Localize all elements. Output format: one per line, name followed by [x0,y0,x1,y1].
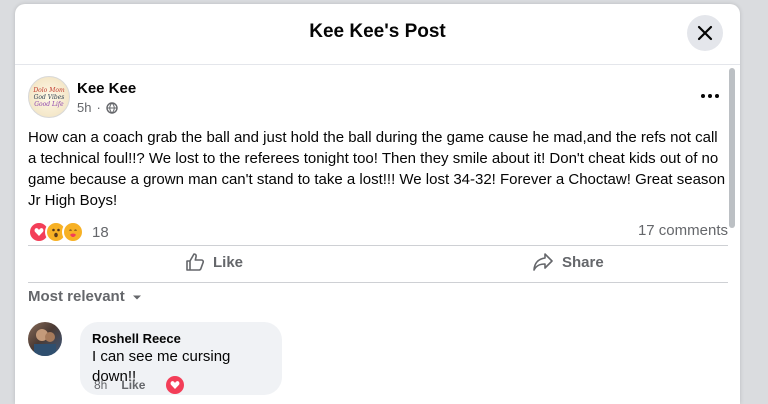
comment-like-button[interactable]: Like [121,378,145,392]
dialog-header: Kee Kee's Post [15,4,740,65]
logo-text: God Vibes [33,93,65,101]
dot [715,94,719,98]
commenter-name[interactable]: Roshell Reece [92,330,270,347]
comments-count[interactable]: 17 comments [638,222,728,239]
author-name[interactable]: Kee Kee [77,80,136,97]
commenter-avatar[interactable] [28,322,62,356]
author-avatar[interactable]: Dolo Mom God Vibes Good Life [28,76,70,118]
dialog-title: Kee Kee's Post [309,21,446,42]
scrollbar[interactable] [729,68,735,228]
share-icon [533,253,553,271]
logo-text: Good Life [34,100,64,108]
post-action-bar: Like Share [28,245,728,283]
reaction-count: 18 [92,223,109,241]
dot-separator: · [96,100,101,115]
close-button[interactable] [687,15,723,51]
post-time[interactable]: 5h [77,100,91,115]
chevron-down-icon [132,295,141,299]
comment-actions: 8h Like [94,378,145,392]
share-button[interactable]: Share [532,252,604,272]
more-options-button[interactable] [698,86,722,106]
logo-text: Dolo Mom [33,86,65,94]
thumbs-up-icon [186,253,205,271]
globe-icon [106,101,118,114]
comment-love-reaction-icon[interactable] [166,376,184,394]
share-label: Share [562,253,604,271]
post-meta: 5h · [77,100,118,115]
reaction-summary[interactable]: 18 [28,221,109,243]
sort-label: Most relevant [28,288,125,305]
comment-time[interactable]: 8h [94,378,107,392]
post-dialog: Kee Kee's Post Dolo Mom God Vibes Good L… [15,4,740,404]
like-button[interactable]: Like [185,252,243,272]
dot [701,94,705,98]
comment-sort-dropdown[interactable]: Most relevant [28,288,143,305]
close-icon [697,25,713,41]
care-reaction-icon [62,221,84,243]
dot [708,94,712,98]
post-text: How can a coach grab the ball and just h… [28,129,726,209]
like-label: Like [213,253,244,271]
